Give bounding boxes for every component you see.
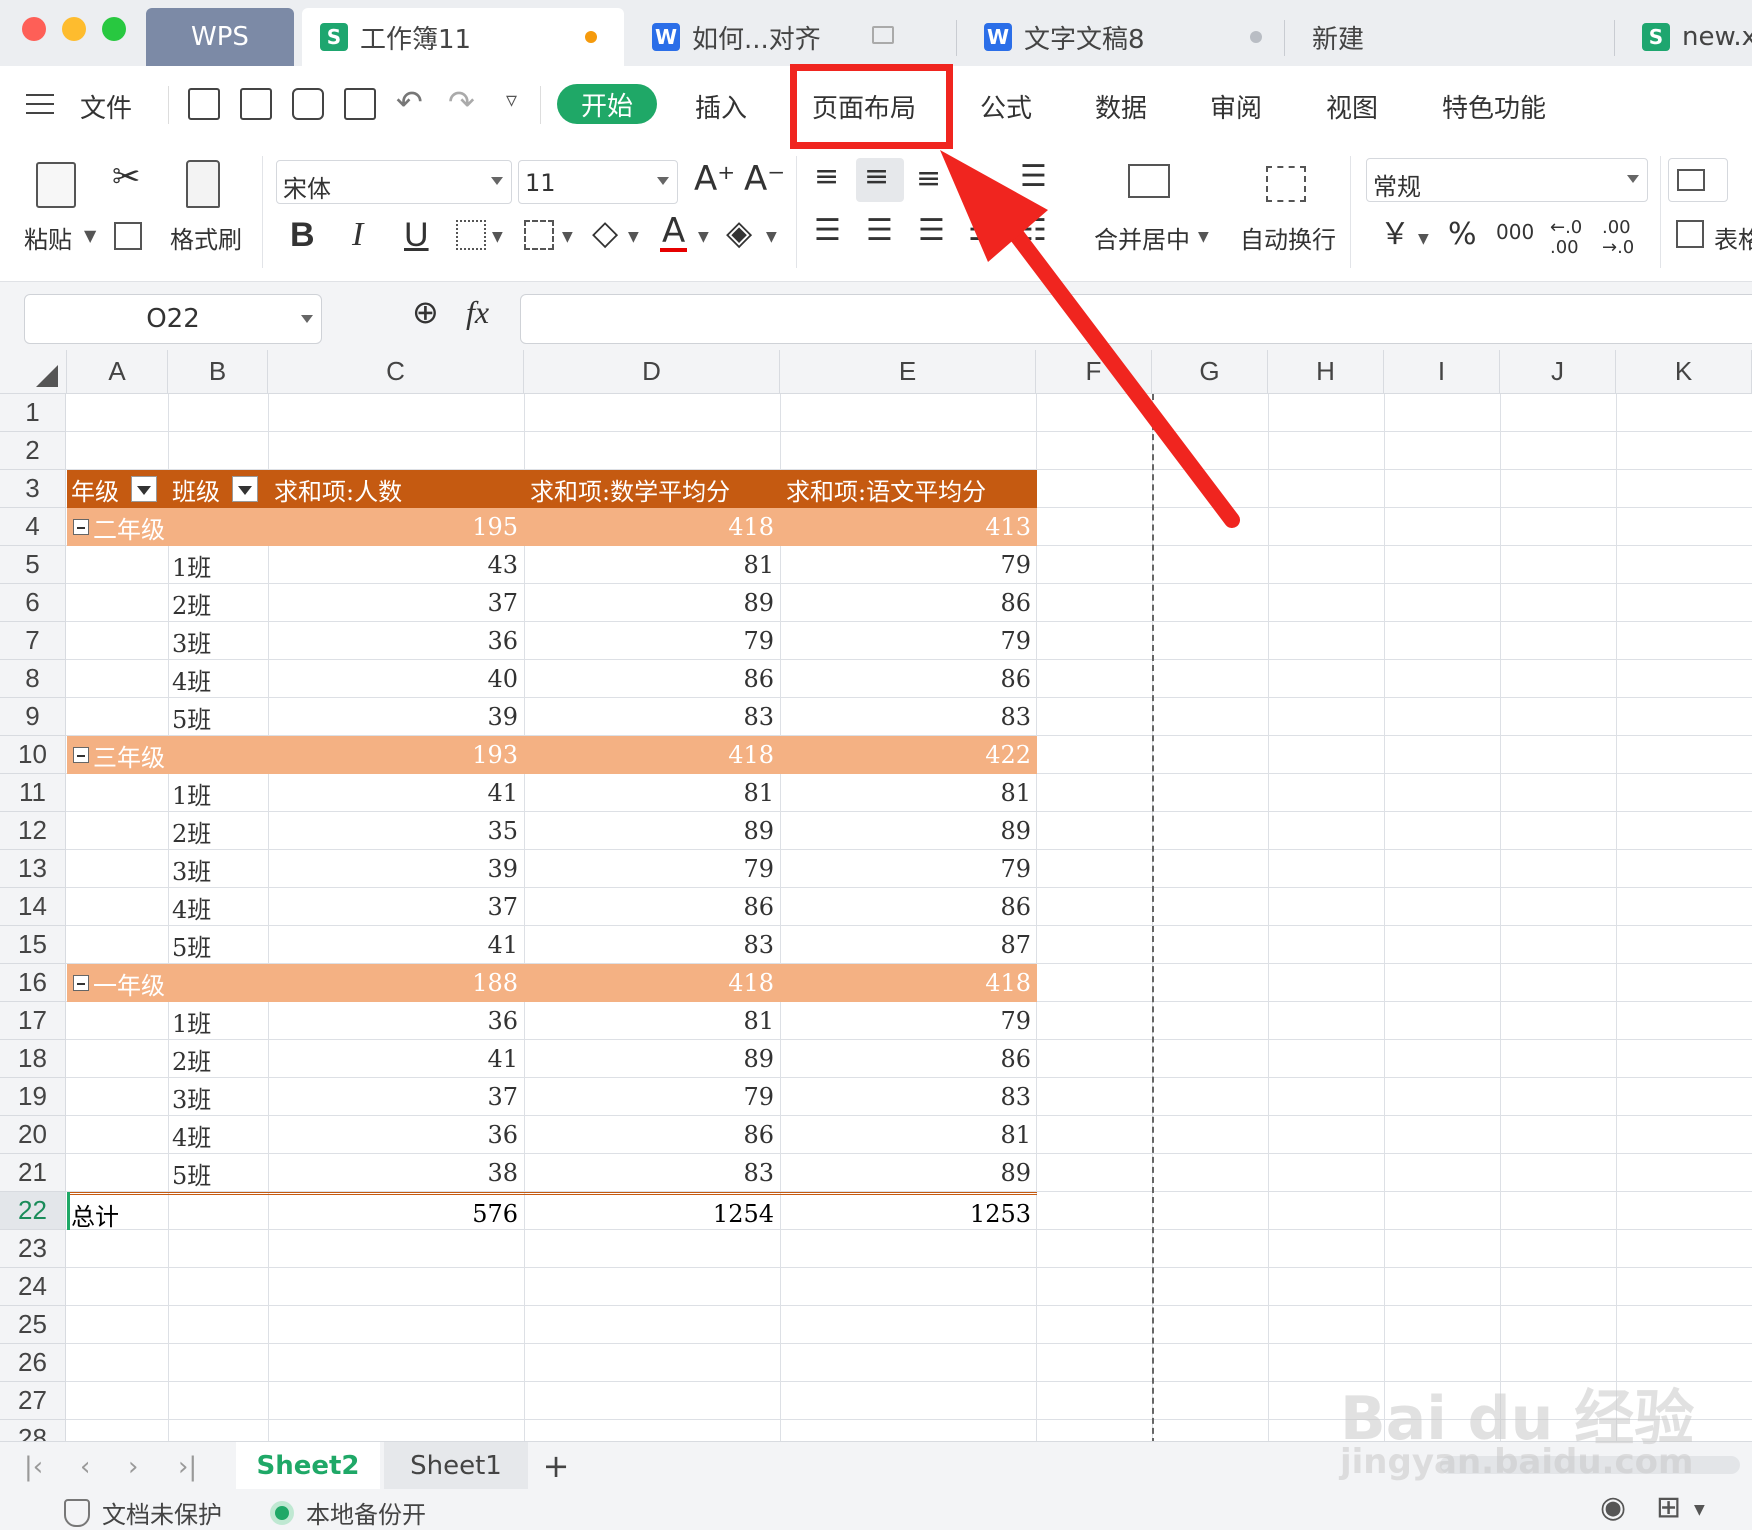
annotation-arrow-shaft [982, 192, 1240, 528]
watermark-url: jingyan.baidu.com [1340, 1442, 1694, 1482]
annotation-arrow [940, 150, 1240, 528]
